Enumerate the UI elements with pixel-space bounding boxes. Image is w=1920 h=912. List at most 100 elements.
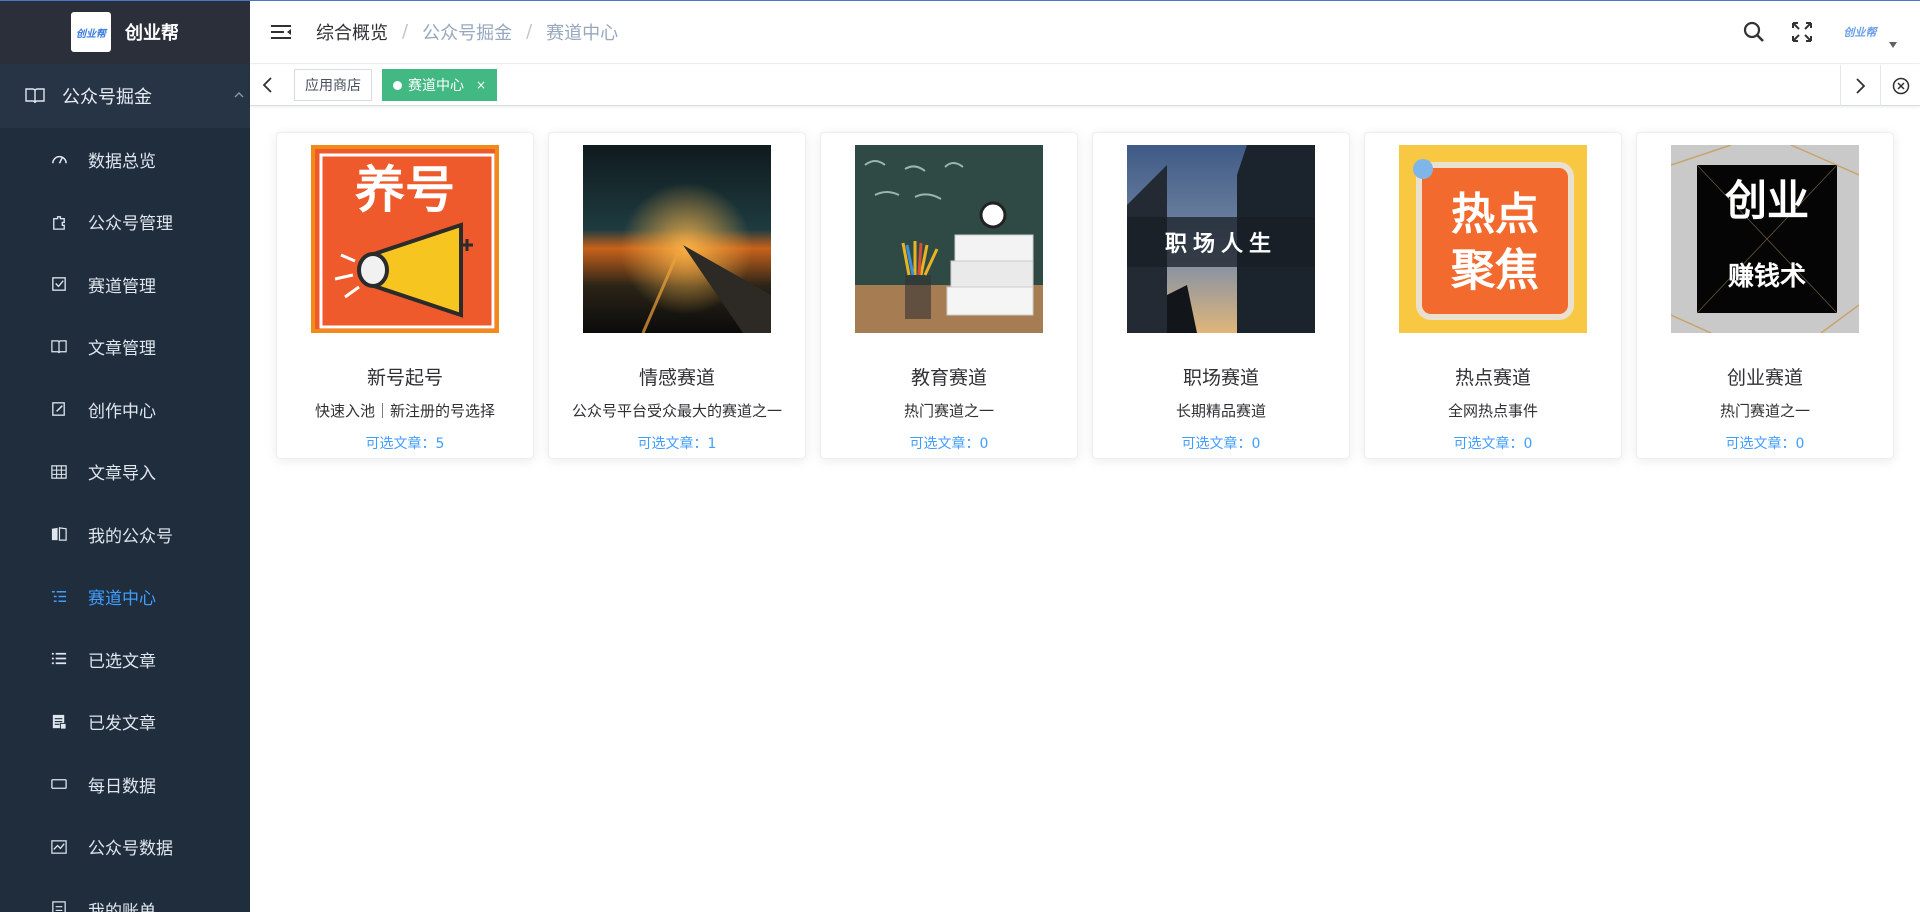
sidebar-item[interactable]: 创作中心 [0,378,250,441]
sidebar-group-gzh[interactable]: 公众号掘金 [0,64,250,128]
card-description: 全网热点事件 [1447,402,1538,420]
sidebar-item-label: 创作中心 [88,401,156,422]
sidebar-item[interactable]: 公众号数据 [0,816,250,879]
list-icon [51,653,67,665]
image-text-line1: 热点 [1451,189,1539,240]
card-title: 情感赛道 [638,367,715,389]
card-title: 创业赛道 [1726,367,1803,389]
chevron-right-icon [1855,77,1865,94]
tags-close-all[interactable] [1880,65,1920,106]
brand-logo: 创业帮 [71,12,111,52]
track-card[interactable]: 创业 赚钱术 创业赛道 热门赛道之一 可选文章：0 [1636,132,1894,459]
megaphone-poster-image: 养号 [311,145,499,333]
track-card[interactable]: 养号 新号起号 快速入池｜新注册的号选择 可选文章：5 [276,132,534,459]
sidebar-item-label: 数据总览 [88,151,156,172]
sidebar-item[interactable]: 文章管理 [0,316,250,379]
edit-icon [52,402,65,417]
track-cards: 养号 新号起号 快速入池｜新注册的号选择 可选文章：5 情感赛道 公众号平台受众… [276,132,1908,459]
track-card[interactable]: 情感赛道 公众号平台受众最大的赛道之一 可选文章：1 [548,132,806,459]
card-title: 职场赛道 [1182,367,1259,389]
chevron-up-icon [234,92,244,98]
card-description: 公众号平台受众最大的赛道之一 [571,402,782,420]
sidebar-item-label: 已选文章 [88,651,156,672]
sidebar-item-label: 公众号数据 [88,839,173,860]
tag-label: 应用商店 [305,78,361,94]
breadcrumb: 综合概览 / 公众号掘金 / 赛道中心 [316,19,618,45]
track-card[interactable]: 热点 聚焦 热点赛道 全网热点事件 可选文章：0 [1364,132,1622,459]
top-accent-line [0,0,1920,1]
sidebar-item[interactable]: 我的账单 [0,878,250,912]
sidebar-group-label: 公众号掘金 [62,87,152,108]
book-icon [25,88,45,104]
hamburger-icon[interactable] [270,21,292,43]
card-count: 可选文章：0 [910,433,989,453]
image-text-line2: 聚焦 [1450,245,1539,296]
active-dot [393,80,402,90]
tag-label: 赛道中心 [408,78,464,94]
chart-icon [51,839,67,854]
sidebar-item[interactable]: 已发文章 [0,691,250,754]
breadcrumb-separator: / [402,21,409,42]
card-description: 热门赛道之一 [1719,402,1810,420]
sidebar-item[interactable]: 我的公众号 [0,503,250,566]
card-count: 可选文章：5 [366,433,445,453]
sidebar-item[interactable]: 每日数据 [0,753,250,816]
card-count: 可选文章：0 [1182,433,1261,453]
sidebar-item-label: 公众号管理 [88,214,173,235]
card-description: 快速入池｜新注册的号选择 [314,402,495,420]
count-value: 0 [1523,436,1533,452]
classroom-books-image [855,145,1043,333]
sidebar-item-label: 已发文章 [88,714,156,735]
sidebar-item[interactable]: 赛道中心 [0,566,250,629]
tag-close-icon[interactable]: × [476,78,486,92]
brand-logo-text: 创业帮 [76,28,106,40]
fullscreen-icon[interactable] [1790,20,1814,44]
brand[interactable]: 创业帮 创业帮 [0,0,250,64]
night-road-image [583,145,771,333]
track-card[interactable]: 教育赛道 热门赛道之一 可选文章：0 [820,132,1078,459]
search-icon[interactable] [1742,20,1766,44]
breadcrumb-separator: / [526,21,533,42]
count-value: 0 [1795,436,1805,452]
image-text-line2: 赚钱术 [1728,262,1806,292]
count-label: 可选文章： [365,436,436,452]
brand-title: 创业帮 [125,23,179,44]
card-description: 热门赛道之一 [903,402,994,420]
circle-close-icon [1892,77,1909,94]
tag-track-center[interactable]: 赛道中心 × [382,69,498,101]
sidebar-item-label: 我的账单 [88,901,156,912]
avatar[interactable]: 创业帮 [1838,14,1882,50]
card-title: 热点赛道 [1454,367,1531,389]
checkbox-icon [52,277,66,292]
chevron-left-icon[interactable] [258,75,278,95]
sidebar-item-label: 赛道中心 [88,589,156,610]
count-label: 可选文章： [1725,436,1796,452]
sidebar-item[interactable]: 赛道管理 [0,253,250,316]
dashboard-icon [52,156,67,164]
startup-poster-image: 创业 赚钱术 [1671,145,1859,333]
list-tree-icon [51,590,67,602]
table-icon [51,464,67,479]
caret-down-icon[interactable] [1888,41,1898,49]
card-count: 可选文章：1 [638,433,717,453]
sidebar-item[interactable]: 数据总览 [0,128,250,191]
card-title: 新号起号 [366,367,443,389]
sidebar-item[interactable]: 文章导入 [0,441,250,504]
card-count: 可选文章：0 [1726,433,1805,453]
sidebar-item[interactable]: 已选文章 [0,628,250,691]
sidebar-item[interactable]: 公众号管理 [0,191,250,254]
sidebar-item-label: 赛道管理 [88,276,156,297]
sidebar-menu: 数据总览公众号管理赛道管理文章管理创作中心文章导入我的公众号赛道中心已选文章已发… [0,128,250,912]
tags-scroll-right[interactable] [1840,65,1878,106]
main-content: 养号 新号起号 快速入池｜新注册的号选择 可选文章：5 情感赛道 公众号平台受众… [250,106,1920,912]
sidebar-item-label: 每日数据 [88,776,156,797]
sidebar-item-label: 我的公众号 [88,526,173,547]
track-card[interactable]: 职场人生 职场赛道 长期精品赛道 可选文章：0 [1092,132,1350,459]
tag-app-store[interactable]: 应用商店 [294,69,372,101]
breadcrumb-item[interactable]: 综合概览 [316,19,388,45]
card-icon [51,779,67,790]
card-count: 可选文章：0 [1454,433,1533,453]
breadcrumb-item: 公众号掘金 [422,22,513,44]
sidebar: 创业帮 创业帮 公众号掘金 数据总览公众号管理赛道管理文章管理创作中心文章导入我… [0,0,250,912]
count-value: 1 [707,436,717,452]
